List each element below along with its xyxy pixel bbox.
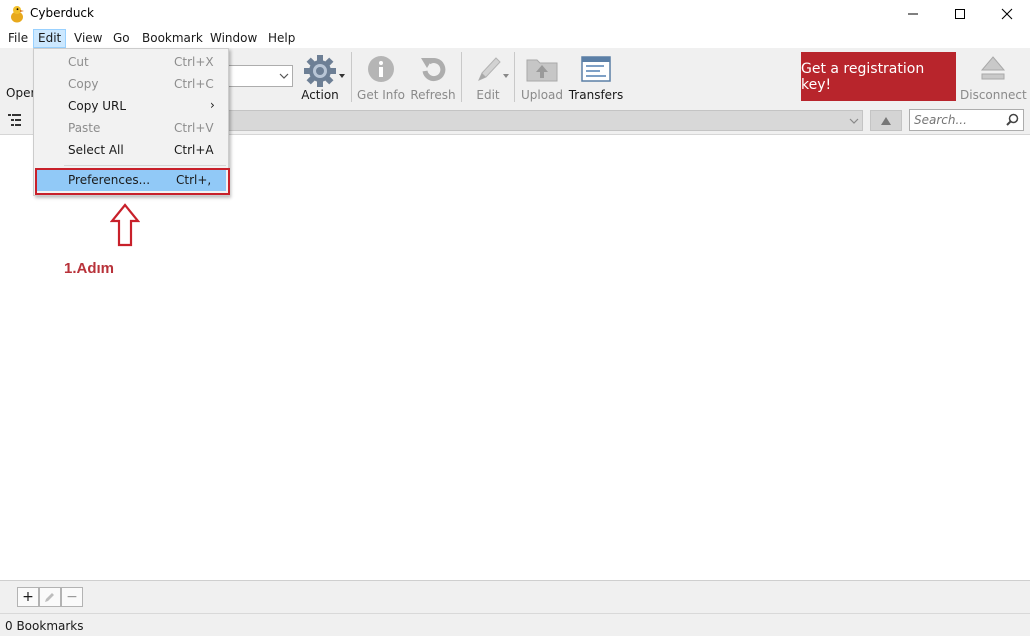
close-button[interactable] xyxy=(984,0,1030,28)
eject-icon xyxy=(980,56,1006,80)
minus-icon: − xyxy=(66,589,78,605)
annotation-up-arrow-icon xyxy=(110,203,140,247)
minimize-icon xyxy=(908,13,918,15)
menu-separator xyxy=(64,165,226,166)
menu-help[interactable]: Help xyxy=(264,29,299,48)
preferences-highlight-box xyxy=(35,168,230,195)
outline-view-icon[interactable] xyxy=(8,114,22,126)
transfers-button[interactable]: Transfers xyxy=(568,52,624,104)
annotation-step-label: 1.Adım xyxy=(64,260,115,277)
pencil-icon xyxy=(45,593,54,602)
edit-bookmark-button[interactable] xyxy=(39,587,61,607)
quick-connect-combo[interactable] xyxy=(226,65,293,87)
menu-item-shortcut: Ctrl+C xyxy=(174,77,214,91)
menu-view[interactable]: View xyxy=(70,29,106,48)
menu-item-shortcut: Ctrl+A xyxy=(174,143,214,157)
remove-bookmark-button[interactable]: − xyxy=(61,587,83,607)
action-button[interactable]: Action xyxy=(296,52,345,104)
maximize-button[interactable] xyxy=(937,0,983,28)
menu-item-cut[interactable]: Cut Ctrl+X xyxy=(35,51,227,73)
menu-go[interactable]: Go xyxy=(109,29,134,48)
upload-button[interactable]: Upload xyxy=(518,52,566,104)
path-dropdown-arrow[interactable] xyxy=(845,110,863,131)
menu-edit[interactable]: Edit xyxy=(33,29,67,48)
toolbar-separator xyxy=(514,52,515,102)
plus-icon: + xyxy=(22,589,34,605)
up-arrow-icon xyxy=(881,116,891,125)
minimize-button[interactable] xyxy=(890,0,936,28)
menu-item-paste[interactable]: Paste Ctrl+V xyxy=(35,117,227,139)
status-bar: 0 Bookmarks xyxy=(0,613,1030,636)
menu-item-label: Copy URL xyxy=(68,99,127,113)
close-icon xyxy=(1001,8,1013,20)
menu-item-shortcut: Ctrl+X xyxy=(174,55,214,69)
menu-item-label: Paste xyxy=(68,121,101,135)
refresh-icon xyxy=(421,58,446,82)
get-info-label: Get Info xyxy=(357,88,405,102)
menu-bar: File Edit View Go Bookmark Window Help xyxy=(0,28,1030,48)
edit-dropdown-arrow-icon xyxy=(503,74,509,78)
gear-icon xyxy=(304,55,336,87)
action-dropdown-arrow-icon xyxy=(339,74,345,78)
action-label: Action xyxy=(301,88,339,102)
get-info-button[interactable]: Get Info xyxy=(356,52,406,104)
window-title: Cyberduck xyxy=(30,6,94,20)
transfers-window-icon xyxy=(581,56,611,82)
disconnect-button[interactable]: Disconnect xyxy=(960,52,1027,104)
cyberduck-app-icon xyxy=(11,6,24,23)
maximize-icon xyxy=(955,9,965,19)
upload-folder-icon xyxy=(526,59,558,82)
menu-item-label: Copy xyxy=(68,77,99,91)
edit-button[interactable]: Edit xyxy=(465,52,511,104)
open-connection-label[interactable]: Oper xyxy=(6,86,35,100)
parent-directory-button[interactable] xyxy=(870,110,902,131)
menu-item-select-all[interactable]: Select All Ctrl+A xyxy=(35,139,227,161)
refresh-label: Refresh xyxy=(410,88,456,102)
menu-window[interactable]: Window xyxy=(206,29,261,48)
transfers-label: Transfers xyxy=(568,88,624,102)
refresh-button[interactable]: Refresh xyxy=(408,52,458,104)
disconnect-label: Disconnect xyxy=(960,88,1027,102)
menu-bookmark[interactable]: Bookmark xyxy=(138,29,207,48)
registration-key-button[interactable]: Get a registration key! xyxy=(801,52,956,101)
toolbar-separator xyxy=(461,52,462,102)
menu-item-copy[interactable]: Copy Ctrl+C xyxy=(35,73,227,95)
menu-file[interactable]: File xyxy=(4,29,32,48)
status-text: 0 Bookmarks xyxy=(5,619,84,633)
title-bar: Cyberduck xyxy=(0,0,1030,28)
upload-label: Upload xyxy=(520,88,564,102)
add-bookmark-button[interactable]: + xyxy=(17,587,39,607)
menu-item-shortcut: Ctrl+V xyxy=(174,121,214,135)
info-icon xyxy=(368,56,394,82)
chevron-down-icon xyxy=(279,73,289,79)
toolbar-separator xyxy=(351,52,352,102)
pencil-icon xyxy=(478,57,501,81)
submenu-arrow-icon: › xyxy=(210,98,215,112)
menu-item-label: Select All xyxy=(68,143,124,157)
menu-item-label: Cut xyxy=(68,55,89,69)
bookmark-toolbar: + − xyxy=(0,580,1030,613)
chevron-down-icon xyxy=(849,118,859,124)
menu-item-copy-url[interactable]: Copy URL › xyxy=(35,95,227,117)
edit-label: Edit xyxy=(476,88,500,102)
search-icon xyxy=(1006,113,1019,126)
